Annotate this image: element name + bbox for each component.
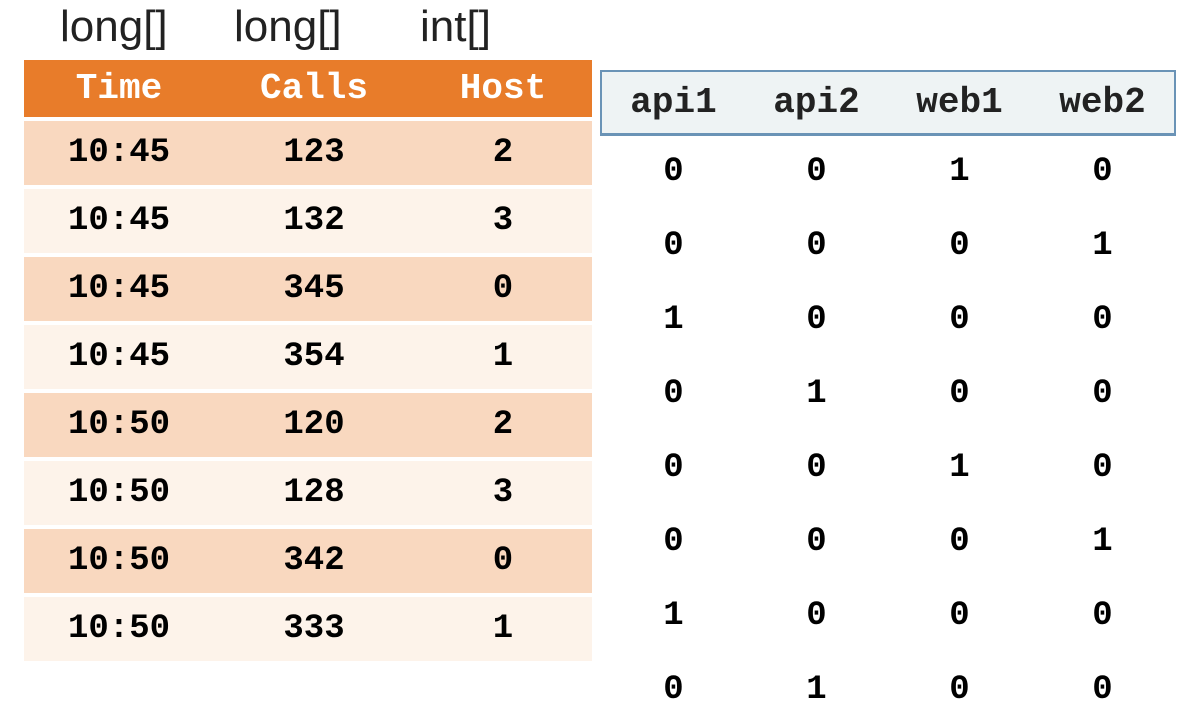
cell-calls: 120 — [214, 393, 414, 457]
onehot-cell: 0 — [602, 505, 745, 579]
onehot-cell: 1 — [602, 283, 745, 357]
table-row: 10:50 120 2 — [24, 393, 592, 457]
onehot-row: 0 0 1 0 — [602, 134, 1174, 209]
onehot-table: api1 api2 web1 web2 0 0 1 0 0 0 0 1 — [602, 72, 1174, 727]
main-header-time: Time — [24, 60, 214, 117]
onehot-cell: 0 — [888, 505, 1031, 579]
cell-host: 0 — [414, 529, 592, 593]
onehot-row: 0 1 0 0 — [602, 653, 1174, 727]
cell-host: 2 — [414, 393, 592, 457]
cell-time: 10:45 — [24, 189, 214, 253]
onehot-cell: 0 — [888, 283, 1031, 357]
table-row: 10:45 123 2 — [24, 121, 592, 185]
onehot-cell: 0 — [888, 579, 1031, 653]
onehot-cell: 0 — [1031, 357, 1174, 431]
onehot-cell: 1 — [602, 579, 745, 653]
type-labels-row: long[] long[] int[] — [24, 0, 592, 56]
cell-time: 10:45 — [24, 325, 214, 389]
onehot-cell: 1 — [745, 357, 888, 431]
onehot-cell: 0 — [1031, 579, 1174, 653]
type-label-time: long[] — [60, 2, 234, 52]
onehot-cell: 0 — [1031, 134, 1174, 209]
cell-host: 2 — [414, 121, 592, 185]
onehot-cell: 0 — [602, 431, 745, 505]
onehot-cell: 0 — [1031, 283, 1174, 357]
onehot-cell: 0 — [1031, 431, 1174, 505]
main-table: Time Calls Host 10:45 123 2 10:45 132 3 … — [24, 56, 592, 665]
cell-time: 10:45 — [24, 257, 214, 321]
onehot-header-web2: web2 — [1031, 72, 1174, 134]
onehot-row: 1 0 0 0 — [602, 283, 1174, 357]
type-label-calls: long[] — [234, 2, 420, 52]
main-header-row: Time Calls Host — [24, 60, 592, 117]
cell-calls: 345 — [214, 257, 414, 321]
onehot-cell: 0 — [602, 209, 745, 283]
table-row: 10:50 333 1 — [24, 597, 592, 661]
cell-time: 10:45 — [24, 121, 214, 185]
table-row: 10:45 132 3 — [24, 189, 592, 253]
cell-host: 3 — [414, 189, 592, 253]
table-row: 10:50 342 0 — [24, 529, 592, 593]
onehot-header-web1: web1 — [888, 72, 1031, 134]
table-row: 10:45 345 0 — [24, 257, 592, 321]
cell-host: 3 — [414, 461, 592, 525]
onehot-cell: 0 — [888, 209, 1031, 283]
onehot-cell: 0 — [602, 653, 745, 727]
cell-time: 10:50 — [24, 529, 214, 593]
onehot-row: 0 0 0 1 — [602, 209, 1174, 283]
onehot-cell: 0 — [602, 134, 745, 209]
onehot-cell: 1 — [745, 653, 888, 727]
cell-time: 10:50 — [24, 461, 214, 525]
onehot-row: 1 0 0 0 — [602, 579, 1174, 653]
onehot-header-api2: api2 — [745, 72, 888, 134]
onehot-header-row: api1 api2 web1 web2 — [602, 72, 1174, 134]
onehot-row: 0 0 1 0 — [602, 431, 1174, 505]
cell-host: 1 — [414, 597, 592, 661]
cell-calls: 128 — [214, 461, 414, 525]
diagram-container: long[] long[] int[] Time Calls Host 10:4… — [0, 0, 1194, 727]
cell-calls: 354 — [214, 325, 414, 389]
onehot-cell: 1 — [888, 431, 1031, 505]
onehot-row: 0 0 0 1 — [602, 505, 1174, 579]
cell-host: 0 — [414, 257, 592, 321]
type-label-host: int[] — [420, 2, 580, 52]
onehot-cell: 1 — [888, 134, 1031, 209]
onehot-cell: 0 — [888, 357, 1031, 431]
onehot-cell: 0 — [602, 357, 745, 431]
onehot-cell: 1 — [1031, 209, 1174, 283]
onehot-row: 0 1 0 0 — [602, 357, 1174, 431]
cell-time: 10:50 — [24, 393, 214, 457]
onehot-cell: 0 — [745, 209, 888, 283]
table-row: 10:50 128 3 — [24, 461, 592, 525]
onehot-header-api1: api1 — [602, 72, 745, 134]
cell-calls: 333 — [214, 597, 414, 661]
left-column: long[] long[] int[] Time Calls Host 10:4… — [24, 0, 592, 665]
cell-host: 1 — [414, 325, 592, 389]
onehot-cell: 1 — [1031, 505, 1174, 579]
cell-time: 10:50 — [24, 597, 214, 661]
onehot-cell: 0 — [745, 579, 888, 653]
cell-calls: 132 — [214, 189, 414, 253]
right-column: api1 api2 web1 web2 0 0 1 0 0 0 0 1 — [602, 0, 1174, 727]
onehot-cell: 0 — [888, 653, 1031, 727]
onehot-cell: 0 — [745, 283, 888, 357]
onehot-cell: 0 — [745, 134, 888, 209]
onehot-cell: 0 — [1031, 653, 1174, 727]
main-header-calls: Calls — [214, 60, 414, 117]
main-header-host: Host — [414, 60, 592, 117]
onehot-cell: 0 — [745, 431, 888, 505]
table-row: 10:45 354 1 — [24, 325, 592, 389]
cell-calls: 123 — [214, 121, 414, 185]
cell-calls: 342 — [214, 529, 414, 593]
onehot-cell: 0 — [745, 505, 888, 579]
